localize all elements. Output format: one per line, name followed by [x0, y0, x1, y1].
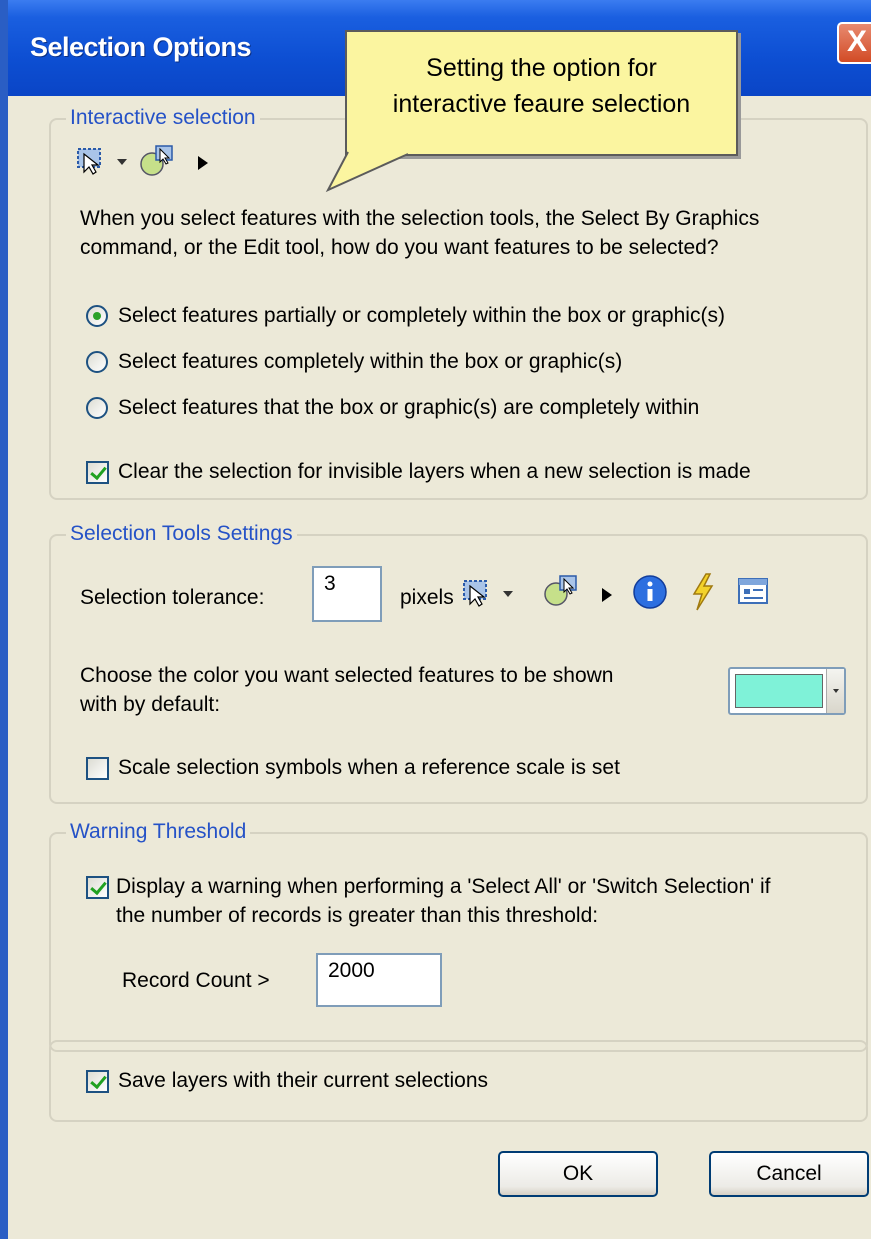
- option-label-box-within[interactable]: Select features that the box or graphic(…: [118, 393, 699, 422]
- radio-box-within-features[interactable]: [86, 397, 108, 419]
- identify-icon[interactable]: [632, 574, 668, 610]
- clear-invisible-label[interactable]: Clear the selection for invisible layers…: [118, 457, 751, 486]
- interactive-selection-legend: Interactive selection: [66, 106, 260, 130]
- radio-partially-or-completely[interactable]: [86, 305, 108, 327]
- save-layers-label[interactable]: Save layers with their current selection…: [118, 1066, 488, 1095]
- color-label-line2: with by default:: [80, 693, 221, 716]
- selection-color-picker[interactable]: [728, 667, 846, 715]
- scale-symbols-checkbox[interactable]: [86, 757, 109, 780]
- close-button[interactable]: X: [837, 22, 871, 64]
- warning-threshold-group: [49, 832, 868, 1052]
- scale-symbols-label[interactable]: Scale selection symbols when a reference…: [118, 753, 620, 782]
- display-warning-checkbox[interactable]: [86, 876, 109, 899]
- record-count-input[interactable]: 2000: [316, 953, 442, 1007]
- chevron-down-icon[interactable]: [502, 590, 514, 600]
- select-by-rectangle-icon[interactable]: [76, 146, 116, 176]
- selection-color-swatch[interactable]: [735, 674, 823, 708]
- warning-threshold-legend: Warning Threshold: [66, 820, 251, 844]
- selection-tolerance-label: Selection tolerance:: [80, 586, 265, 609]
- option-label-partially[interactable]: Select features partially or completely …: [118, 301, 725, 330]
- callout-line1: Setting the option for: [426, 54, 657, 82]
- edit-arrow-icon[interactable]: [600, 586, 614, 604]
- chevron-down-icon: [833, 689, 839, 693]
- callout-line2: interactive feaure selection: [392, 90, 691, 118]
- display-warning-line1[interactable]: Display a warning when performing a 'Sel…: [116, 872, 771, 901]
- select-by-graphics-icon[interactable]: [542, 572, 582, 608]
- save-layers-checkbox[interactable]: [86, 1070, 109, 1093]
- dialog-body: Interactive selection When you select fe…: [16, 96, 871, 1239]
- select-by-rectangle-icon[interactable]: [462, 578, 502, 608]
- dialog-title: Selection Options: [30, 32, 252, 62]
- radio-completely-within[interactable]: [86, 351, 108, 373]
- cancel-button[interactable]: Cancel: [709, 1151, 869, 1197]
- clear-invisible-checkbox[interactable]: [86, 461, 109, 484]
- edit-arrow-icon[interactable]: [196, 154, 210, 172]
- color-label-line1: Choose the color you want selected featu…: [80, 664, 614, 687]
- selection-tolerance-input[interactable]: 3: [312, 566, 382, 622]
- option-label-completely[interactable]: Select features completely within the bo…: [118, 347, 622, 376]
- chevron-down-icon[interactable]: [116, 158, 128, 168]
- select-by-graphics-icon[interactable]: [138, 142, 178, 178]
- tolerance-unit: pixels: [400, 586, 454, 609]
- selection-question: When you select features with the select…: [80, 207, 760, 259]
- callout-tooltip: Setting the option for interactive feaur…: [345, 30, 738, 156]
- selection-tools-legend: Selection Tools Settings: [66, 522, 297, 546]
- record-count-label: Record Count >: [122, 969, 270, 992]
- hyperlink-icon[interactable]: [688, 572, 718, 612]
- callout-pointer: [325, 150, 409, 193]
- color-dropdown-arrow[interactable]: [826, 669, 844, 713]
- display-warning-line2[interactable]: the number of records is greater than th…: [116, 901, 598, 930]
- selection-options-dialog: Selection Options X Interactive selectio…: [0, 0, 871, 1239]
- html-popup-icon[interactable]: [736, 576, 770, 608]
- ok-button[interactable]: OK: [498, 1151, 658, 1197]
